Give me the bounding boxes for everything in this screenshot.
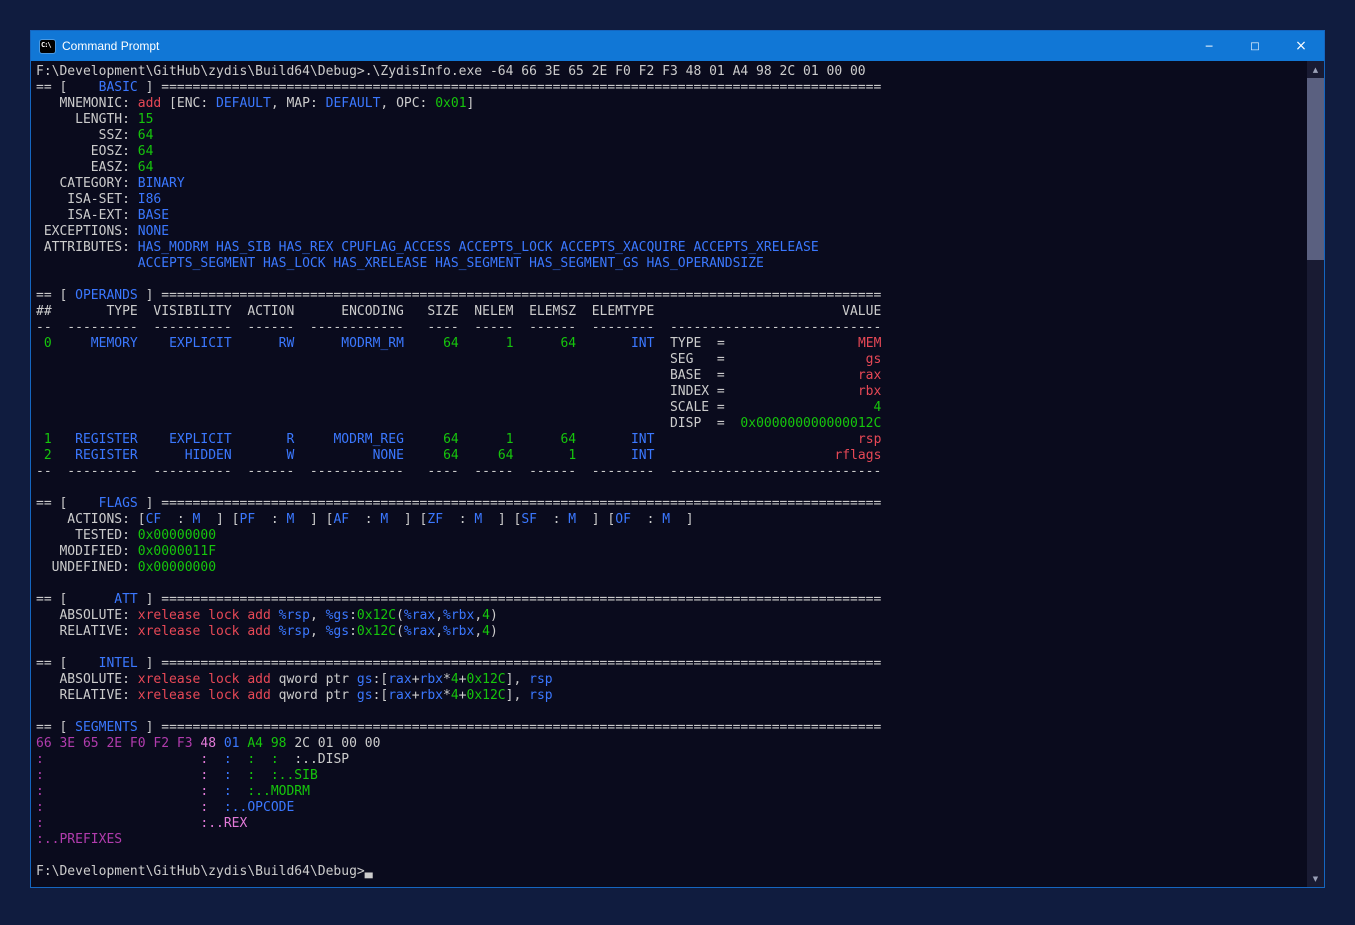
terminal-line: SEG = gs — [36, 352, 1307, 368]
terminal-line: TESTED: 0x00000000 — [36, 528, 1307, 544]
terminal-line: 2 REGISTER HIDDEN W NONE 64 64 1 INT rfl… — [36, 448, 1307, 464]
desktop: { "window": { "title": "Command Prompt",… — [0, 0, 1355, 925]
terminal-line: ISA-SET: I86 — [36, 192, 1307, 208]
maximize-icon: □ — [1250, 41, 1259, 52]
scrollbar-thumb[interactable] — [1307, 78, 1324, 260]
terminal-line: ISA-EXT: BASE — [36, 208, 1307, 224]
terminal-line — [36, 272, 1307, 288]
scroll-down-icon: ▼ — [1313, 875, 1318, 883]
terminal-line: F:\Development\GitHub\zydis\Build64\Debu… — [36, 64, 1307, 80]
terminal-line: 66 3E 65 2E F0 F2 F3 48 01 A4 98 2C 01 0… — [36, 736, 1307, 752]
scrollbar-track[interactable] — [1307, 78, 1324, 870]
terminal-line: : : : : :..SIB — [36, 768, 1307, 784]
terminal-line: == [ OPERANDS ] ========================… — [36, 288, 1307, 304]
cmd-prompt-icon[interactable]: C:\ — [40, 40, 55, 53]
terminal-line: CATEGORY: BINARY — [36, 176, 1307, 192]
scroll-down-button[interactable]: ▼ — [1307, 870, 1324, 887]
terminal-line: RELATIVE: xrelease lock add %rsp, %gs:0x… — [36, 624, 1307, 640]
terminal-line: F:\Development\GitHub\zydis\Build64\Debu… — [36, 864, 1307, 880]
window-title: Command Prompt — [62, 39, 159, 53]
terminal-line: EOSZ: 64 — [36, 144, 1307, 160]
terminal-line: SCALE = 4 — [36, 400, 1307, 416]
close-icon: × — [1295, 38, 1307, 54]
close-button[interactable]: × — [1278, 31, 1324, 61]
terminal-line — [36, 576, 1307, 592]
terminal-line: == [ INTEL ] ===========================… — [36, 656, 1307, 672]
terminal-line: BASE = rax — [36, 368, 1307, 384]
terminal-line: ATTRIBUTES: HAS_MODRM HAS_SIB HAS_REX CP… — [36, 240, 1307, 256]
terminal-line: 1 REGISTER EXPLICIT R MODRM_REG 64 1 64 … — [36, 432, 1307, 448]
terminal-line: DISP = 0x000000000000012C — [36, 416, 1307, 432]
terminal-line: MNEMONIC: add [ENC: DEFAULT, MAP: DEFAUL… — [36, 96, 1307, 112]
titlebar[interactable]: C:\ Command Prompt ─ □ × — [31, 31, 1324, 61]
cmd-icon-text: C:\ — [40, 40, 51, 50]
terminal-line: MODIFIED: 0x0000011F — [36, 544, 1307, 560]
terminal-line: LENGTH: 15 — [36, 112, 1307, 128]
command-prompt-window: C:\ Command Prompt ─ □ × F:\Development\… — [30, 30, 1325, 888]
terminal-line — [36, 704, 1307, 720]
terminal-line: : :..REX — [36, 816, 1307, 832]
terminal-line — [36, 848, 1307, 864]
terminal-line: -- --------- ---------- ------ ---------… — [36, 464, 1307, 480]
terminal-line: ACCEPTS_SEGMENT HAS_LOCK HAS_XRELEASE HA… — [36, 256, 1307, 272]
scrollbar[interactable]: ▲ ▼ — [1307, 61, 1324, 887]
terminal-line: ABSOLUTE: xrelease lock add qword ptr gs… — [36, 672, 1307, 688]
terminal-line: -- --------- ---------- ------ ---------… — [36, 320, 1307, 336]
maximize-button[interactable]: □ — [1232, 31, 1278, 61]
terminal-line: UNDEFINED: 0x00000000 — [36, 560, 1307, 576]
terminal-line: INDEX = rbx — [36, 384, 1307, 400]
terminal-line — [36, 640, 1307, 656]
terminal-line — [36, 480, 1307, 496]
titlebar-controls: ─ □ × — [1186, 31, 1324, 61]
console-area[interactable]: F:\Development\GitHub\zydis\Build64\Debu… — [31, 61, 1324, 887]
minimize-icon: ─ — [1206, 40, 1213, 53]
terminal-line: EXCEPTIONS: NONE — [36, 224, 1307, 240]
titlebar-left: C:\ Command Prompt — [31, 39, 159, 53]
terminal-line: SSZ: 64 — [36, 128, 1307, 144]
terminal-output: F:\Development\GitHub\zydis\Build64\Debu… — [31, 61, 1307, 887]
terminal-line: :..PREFIXES — [36, 832, 1307, 848]
terminal-line: EASZ: 64 — [36, 160, 1307, 176]
terminal-line: RELATIVE: xrelease lock add qword ptr gs… — [36, 688, 1307, 704]
terminal-line: : : : :..MODRM — [36, 784, 1307, 800]
terminal-line: ## TYPE VISIBILITY ACTION ENCODING SIZE … — [36, 304, 1307, 320]
terminal-line: == [ FLAGS ] ===========================… — [36, 496, 1307, 512]
scroll-up-button[interactable]: ▲ — [1307, 61, 1324, 78]
terminal-line: : : : : : :..DISP — [36, 752, 1307, 768]
scroll-up-icon: ▲ — [1313, 66, 1318, 74]
terminal-line: 0 MEMORY EXPLICIT RW MODRM_RM 64 1 64 IN… — [36, 336, 1307, 352]
terminal-line: == [ BASIC ] ===========================… — [36, 80, 1307, 96]
terminal-line: ACTIONS: [CF : M ] [PF : M ] [AF : M ] [… — [36, 512, 1307, 528]
terminal-line: ABSOLUTE: xrelease lock add %rsp, %gs:0x… — [36, 608, 1307, 624]
terminal-line: : : :..OPCODE — [36, 800, 1307, 816]
terminal-line: == [ SEGMENTS ] ========================… — [36, 720, 1307, 736]
terminal-line: == [ ATT ] =============================… — [36, 592, 1307, 608]
minimize-button[interactable]: ─ — [1186, 31, 1232, 61]
